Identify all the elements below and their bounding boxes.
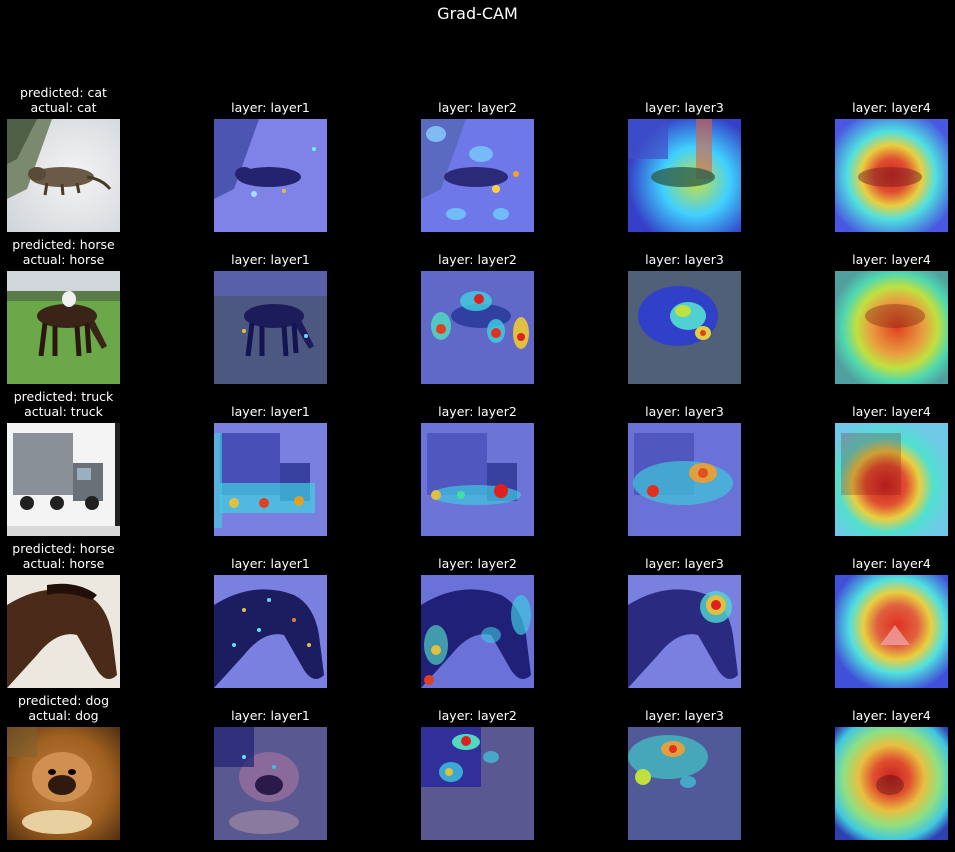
cell-title: layer: layer3 [645,556,724,571]
cell-title: layer: layer1 [231,708,310,723]
heatmap-layer3 [628,575,741,688]
cell-original: predicted: truck actual: truck [7,389,120,536]
heatmap-layer4 [835,575,948,688]
cell-layer1: layer: layer1 [214,700,327,840]
cell-layer1: layer: layer1 [214,92,327,232]
predicted-label: predicted: dog [18,693,109,708]
heatmap-layer3 [628,423,741,536]
cell-layer2: layer: layer2 [421,700,534,840]
grid-row-dog: predicted: dog actual: dog layer: layer1… [0,693,955,852]
cell-title: layer: layer3 [645,100,724,115]
cell-layer3: layer: layer3 [628,244,741,384]
cell-layer4: layer: layer4 [835,92,948,232]
cell-layer3: layer: layer3 [628,548,741,688]
horse-head-image [7,575,120,688]
heatmap-layer2 [421,119,534,232]
heatmap-layer1 [214,271,327,384]
cell-original: predicted: dog actual: dog [7,693,120,840]
heatmap-layer4 [835,271,948,384]
cell-layer1: layer: layer1 [214,244,327,384]
cell-layer3: layer: layer3 [628,92,741,232]
actual-label: actual: truck [24,404,103,419]
heatmap-layer3 [628,119,741,232]
cell-layer3: layer: layer3 [628,396,741,536]
cell-title: layer: layer2 [438,708,517,723]
cell-title: predicted: horse actual: horse [0,541,160,571]
cell-title: layer: layer2 [438,252,517,267]
cell-title: layer: layer4 [852,556,931,571]
cell-title: layer: layer3 [645,708,724,723]
heatmap-layer4 [835,119,948,232]
heatmap-layer2 [421,727,534,840]
cell-title: layer: layer2 [438,556,517,571]
cell-layer4: layer: layer4 [835,548,948,688]
cell-title: layer: layer4 [852,252,931,267]
cell-layer2: layer: layer2 [421,92,534,232]
grid-row-horse: predicted: horse actual: horse layer: la… [0,237,955,396]
heatmap-layer2 [421,575,534,688]
cell-original: predicted: horse actual: horse [7,541,120,688]
cell-layer2: layer: layer2 [421,244,534,384]
cell-title: predicted: truck actual: truck [0,389,160,419]
cell-title: layer: layer1 [231,100,310,115]
predicted-label: predicted: truck [13,389,114,404]
cell-title: predicted: horse actual: horse [0,237,160,267]
figure-title: Grad-CAM [437,4,518,23]
cell-layer2: layer: layer2 [421,396,534,536]
actual-label: actual: horse [22,252,105,267]
actual-label: actual: horse [22,556,105,571]
cell-title: layer: layer2 [438,100,517,115]
cell-title: predicted: dog actual: dog [0,693,160,723]
heatmap-layer4 [835,727,948,840]
actual-label: actual: cat [30,100,97,115]
grid-row-horse-head: predicted: horse actual: horse layer: la… [0,541,955,700]
cell-title: layer: layer3 [645,404,724,419]
cell-layer2: layer: layer2 [421,548,534,688]
heatmap-layer1 [214,575,327,688]
predicted-label: predicted: horse [12,541,115,556]
cell-title: layer: layer1 [231,556,310,571]
heatmap-layer1 [214,727,327,840]
horse-image [7,271,120,384]
truck-image [7,423,120,536]
cell-title: layer: layer3 [645,252,724,267]
cell-title: layer: layer4 [852,708,931,723]
heatmap-layer1 [214,423,327,536]
cell-layer1: layer: layer1 [214,548,327,688]
cell-title: layer: layer1 [231,404,310,419]
heatmap-layer2 [421,423,534,536]
predicted-label: predicted: horse [12,237,115,252]
actual-label: actual: dog [28,708,99,723]
cell-title: predicted: cat actual: cat [0,85,160,115]
cell-layer4: layer: layer4 [835,244,948,384]
cell-layer1: layer: layer1 [214,396,327,536]
heatmap-layer1 [214,119,327,232]
grid-row-cat: predicted: cat actual: cat layer: layer1… [0,85,955,244]
dog-image [7,727,120,840]
cell-original: predicted: cat actual: cat [7,85,120,232]
cell-layer4: layer: layer4 [835,700,948,840]
cell-title: layer: layer1 [231,252,310,267]
predicted-label: predicted: cat [20,85,107,100]
cell-title: layer: layer2 [438,404,517,419]
cat-image [7,119,120,232]
heatmap-layer3 [628,271,741,384]
cell-title: layer: layer4 [852,100,931,115]
heatmap-layer3 [628,727,741,840]
heatmap-layer2 [421,271,534,384]
heatmap-layer4 [835,423,948,536]
cell-layer4: layer: layer4 [835,396,948,536]
grid-row-truck: predicted: truck actual: truck layer: la… [0,389,955,548]
cell-title: layer: layer4 [852,404,931,419]
cell-layer3: layer: layer3 [628,700,741,840]
cell-original: predicted: horse actual: horse [7,237,120,384]
